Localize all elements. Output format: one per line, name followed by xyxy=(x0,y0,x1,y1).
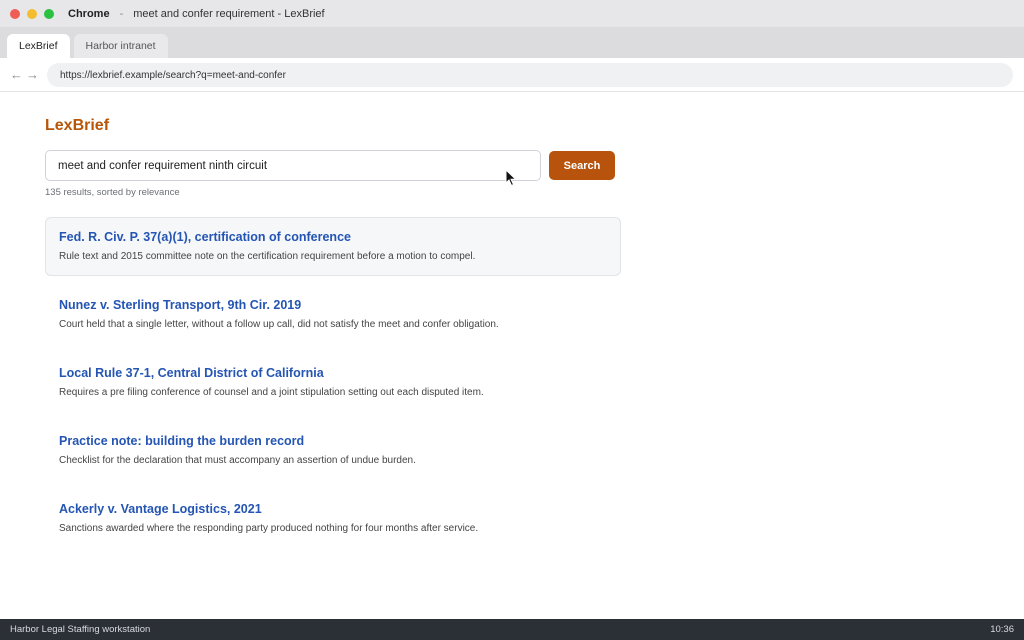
result-title-link[interactable]: Local Rule 37-1, Central District of Cal… xyxy=(59,366,620,380)
result-snippet: Requires a pre filing conference of coun… xyxy=(59,387,484,398)
result-snippet: Court held that a single letter, without… xyxy=(59,319,499,330)
status-bar: Harbor Legal Staffing workstation 10:36 xyxy=(0,619,1024,640)
result-title-link[interactable]: Fed. R. Civ. P. 37(a)(1), certification … xyxy=(59,230,620,244)
result-count: 135 results, sorted by relevance xyxy=(45,187,180,198)
app-name: Chrome xyxy=(68,7,110,20)
tab-lexbrief[interactable]: LexBrief xyxy=(7,34,70,58)
result-title-link[interactable]: Practice note: building the burden recor… xyxy=(59,434,620,448)
url-field[interactable]: https://lexbrief.example/search?q=meet-a… xyxy=(47,63,1013,87)
result-snippet: Rule text and 2015 committee note on the… xyxy=(59,251,476,262)
result-item[interactable]: Local Rule 37-1, Central District of Cal… xyxy=(45,353,621,412)
result-item[interactable]: Fed. R. Civ. P. 37(a)(1), certification … xyxy=(45,217,621,276)
site-logo[interactable]: LexBrief xyxy=(45,117,109,135)
address-bar: ← → https://lexbrief.example/search?q=me… xyxy=(0,58,1024,92)
tab-strip: LexBrief Harbor intranet xyxy=(0,27,1024,58)
tab-harbor-intranet[interactable]: Harbor intranet xyxy=(73,34,168,58)
search-input[interactable] xyxy=(45,150,541,181)
close-window-button[interactable] xyxy=(10,8,20,19)
result-snippet: Sanctions awarded where the responding p… xyxy=(59,523,479,534)
result-title-link[interactable]: Nunez v. Sterling Transport, 9th Cir. 20… xyxy=(59,298,620,312)
title-bar: Chrome - meet and confer requirement - L… xyxy=(0,0,1024,27)
title-separator: - xyxy=(119,7,124,20)
maximize-window-button[interactable] xyxy=(44,8,54,19)
minimize-window-button[interactable] xyxy=(27,8,37,19)
back-arrow-icon[interactable]: ← xyxy=(9,67,24,82)
forward-arrow-icon[interactable]: → xyxy=(25,67,40,82)
workstation-label: Harbor Legal Staffing workstation xyxy=(10,624,151,635)
result-item[interactable]: Ackerly v. Vantage Logistics, 2021 Sanct… xyxy=(45,489,621,548)
window-controls xyxy=(10,8,54,19)
clock: 10:36 xyxy=(990,624,1014,635)
search-button[interactable]: Search xyxy=(549,151,615,180)
result-item[interactable]: Practice note: building the burden recor… xyxy=(45,421,621,480)
result-snippet: Checklist for the declaration that must … xyxy=(59,455,416,466)
window-title: meet and confer requirement - LexBrief xyxy=(133,7,325,20)
results-list: Fed. R. Civ. P. 37(a)(1), certification … xyxy=(45,217,621,557)
result-item[interactable]: Nunez v. Sterling Transport, 9th Cir. 20… xyxy=(45,285,621,344)
mouse-cursor-icon xyxy=(505,169,517,187)
result-title-link[interactable]: Ackerly v. Vantage Logistics, 2021 xyxy=(59,502,620,516)
